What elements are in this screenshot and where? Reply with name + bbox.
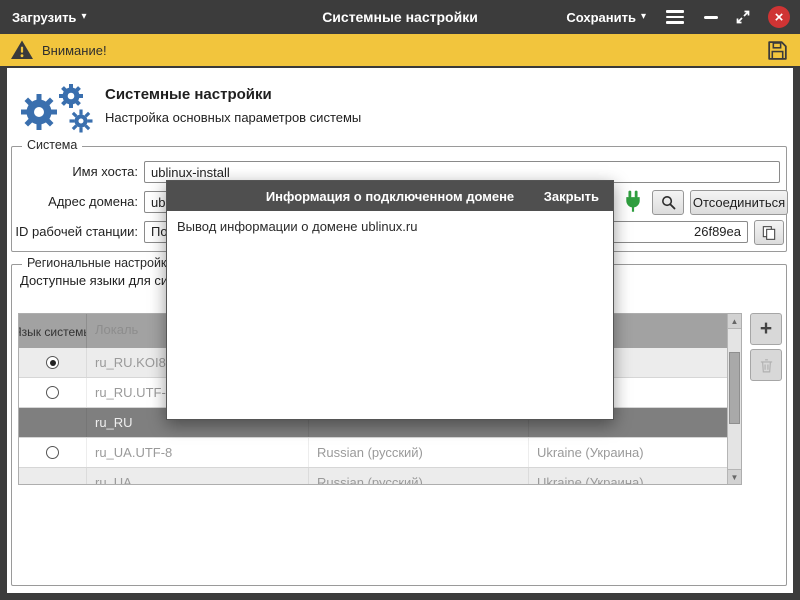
domain-info-dialog: Информация о подключенном домене Закрыть… [166, 180, 614, 420]
app-window: Загрузить ▾ Системные настройки Сохранит… [0, 0, 800, 600]
page-subtitle: Настройка основных параметров системы [105, 110, 361, 125]
system-legend: Система [22, 138, 82, 152]
page-title: Системные настройки [105, 86, 272, 103]
scrollbar-thumb[interactable] [729, 352, 740, 424]
gears-icon [15, 80, 99, 143]
workstation-id-value-end: 26f89ea [694, 222, 741, 242]
close-icon: × [775, 9, 784, 26]
trash-icon [758, 357, 775, 374]
close-button[interactable]: × [768, 6, 790, 28]
dialog-close-button[interactable]: Закрыть [544, 181, 599, 211]
scroll-up-button[interactable]: ▲ [728, 314, 741, 329]
dialog-body-text: Вывод информации о домене ublinux.ru [177, 219, 603, 234]
radio-cell[interactable] [19, 378, 87, 407]
radio-button[interactable] [46, 386, 59, 399]
dialog-title-bar[interactable]: Информация о подключенном домене Закрыть [167, 181, 613, 211]
regional-legend: Региональные настройки [22, 256, 178, 270]
radio-button[interactable] [46, 356, 59, 369]
domain-search-button[interactable] [652, 190, 684, 215]
connected-plug-icon [620, 189, 646, 220]
menu-button[interactable] [663, 7, 687, 27]
radio-cell[interactable] [19, 438, 87, 467]
radio-button[interactable] [46, 446, 59, 459]
save-to-disk-button[interactable] [765, 38, 790, 63]
radio-cell[interactable] [19, 408, 87, 437]
expand-button[interactable] [735, 9, 751, 25]
country-cell: Ukraine (Украина) [529, 468, 729, 485]
add-locale-button[interactable]: + [750, 313, 782, 345]
country-cell: Ukraine (Украина) [529, 438, 729, 467]
locale-cell: ru_UA.UTF-8 [87, 438, 309, 467]
scroll-down-button[interactable]: ▼ [728, 469, 741, 484]
table-row[interactable]: ru_UA.UTF-8 Russian (русский) Ukraine (У… [19, 438, 741, 468]
copy-icon [761, 225, 777, 241]
warning-bar: Внимание! [0, 34, 800, 68]
table-scrollbar[interactable]: ▲ ▼ [727, 314, 741, 484]
warning-icon [10, 38, 34, 62]
title-bar: Загрузить ▾ Системные настройки Сохранит… [0, 0, 800, 34]
locale-cell: ru_UA [87, 468, 309, 485]
delete-locale-button[interactable] [750, 349, 782, 381]
table-row[interactable]: ru_UA Russian (русский) Ukraine (Украина… [19, 468, 741, 485]
header-system-language: Язык системы [19, 314, 87, 348]
window-controls: Сохранить ▾ × [566, 0, 790, 34]
minimize-button[interactable] [704, 16, 718, 19]
disconnect-button[interactable]: Отсоединиться [690, 190, 788, 215]
save-button-label: Сохранить [566, 10, 636, 25]
copy-id-button[interactable] [754, 220, 784, 245]
floppy-disk-icon [765, 38, 790, 63]
save-button[interactable]: Сохранить ▾ [566, 10, 646, 25]
radio-cell[interactable] [19, 468, 87, 485]
expand-icon [735, 9, 751, 25]
domain-label: Адрес домена: [12, 191, 138, 213]
hostname-label: Имя хоста: [12, 161, 138, 183]
caret-down-icon: ▾ [641, 12, 646, 22]
radio-cell[interactable] [19, 348, 87, 377]
dialog-body: Вывод информации о домене ublinux.ru [167, 211, 613, 419]
workstation-id-label: ID рабочей станции: [12, 221, 138, 243]
search-icon [660, 194, 677, 211]
language-cell: Russian (русский) [309, 438, 529, 467]
language-cell: Russian (русский) [309, 468, 529, 485]
minimize-icon [704, 16, 718, 19]
warning-label: Внимание! [42, 43, 107, 58]
